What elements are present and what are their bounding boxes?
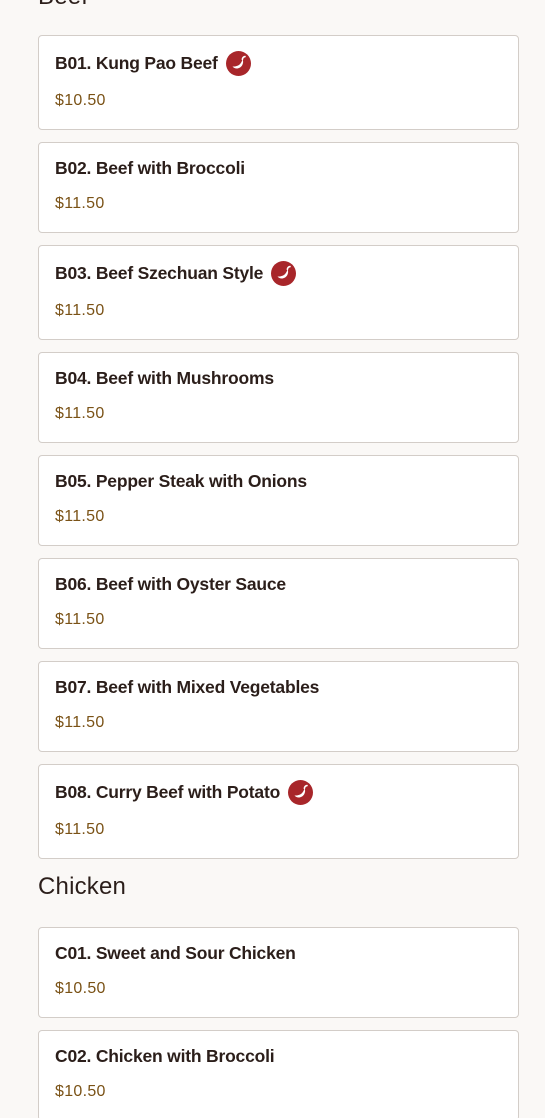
item-price: $10.50 — [55, 1083, 106, 1100]
item-price: $10.50 — [55, 980, 106, 997]
chili-pepper-icon — [225, 51, 251, 76]
section-title-beef: Beef — [38, 0, 88, 12]
menu-item-b03[interactable]: B03. Beef Szechuan Style $11.50 — [38, 245, 519, 340]
menu-item-b01[interactable]: B01. Kung Pao Beef $10.50 — [38, 35, 519, 130]
menu-item-b08[interactable]: B08. Curry Beef with Potato $11.50 — [38, 764, 519, 859]
menu-item-c02[interactable]: C02. Chicken with Broccoli $10.50 — [38, 1030, 519, 1118]
item-name: B03. Beef Szechuan Style — [55, 263, 264, 283]
section-title-chicken: Chicken — [38, 873, 127, 900]
item-name: B05. Pepper Steak with Onions — [55, 471, 307, 491]
item-price: $11.50 — [55, 302, 105, 319]
item-name: C01. Sweet and Sour Chicken — [55, 943, 296, 963]
item-name: B06. Beef with Oyster Sauce — [55, 574, 286, 594]
item-name: C02. Chicken with Broccoli — [55, 1046, 275, 1066]
chili-pepper-icon — [271, 261, 297, 286]
item-price: $11.50 — [55, 714, 105, 731]
item-price: $11.50 — [55, 508, 105, 525]
item-price: $11.50 — [55, 405, 105, 422]
chili-pepper-icon — [288, 780, 314, 805]
item-price: $10.50 — [55, 92, 106, 109]
item-name: B07. Beef with Mixed Vegetables — [55, 677, 320, 697]
item-price: $11.50 — [55, 821, 105, 838]
menu-item-c01[interactable]: C01. Sweet and Sour Chicken $10.50 — [38, 927, 519, 1018]
menu-item-b02[interactable]: B02. Beef with Broccoli $11.50 — [38, 142, 519, 233]
menu-item-b07[interactable]: B07. Beef with Mixed Vegetables $11.50 — [38, 661, 519, 752]
menu-item-b05[interactable]: B05. Pepper Steak with Onions $11.50 — [38, 455, 519, 546]
menu-item-b06[interactable]: B06. Beef with Oyster Sauce $11.50 — [38, 558, 519, 649]
menu-item-b04[interactable]: B04. Beef with Mushrooms $11.50 — [38, 352, 519, 443]
item-name: B02. Beef with Broccoli — [55, 158, 245, 178]
item-name: B04. Beef with Mushrooms — [55, 368, 274, 388]
item-name: B08. Curry Beef with Potato — [55, 782, 281, 802]
item-price: $11.50 — [55, 195, 105, 212]
item-price: $11.50 — [55, 611, 105, 628]
item-name: B01. Kung Pao Beef — [55, 53, 218, 73]
